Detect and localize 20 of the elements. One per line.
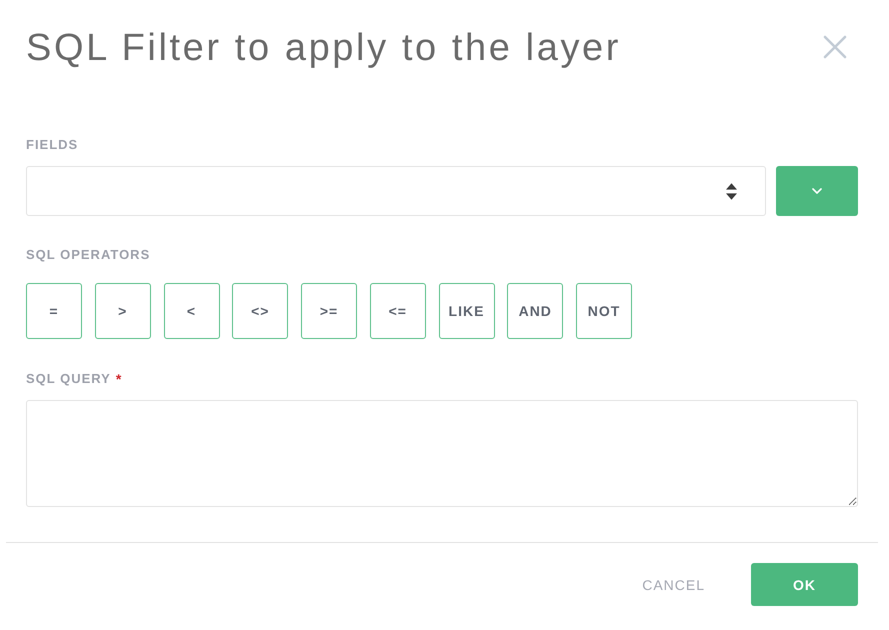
query-label: SQL QUERY	[26, 371, 111, 387]
query-field[interactable]	[26, 400, 858, 507]
operator-button[interactable]: <=	[370, 283, 426, 339]
dialog-title: SQL Filter to apply to the layer	[26, 26, 622, 71]
fields-label: FIELDS	[26, 137, 78, 153]
chevron-down-icon	[812, 188, 822, 194]
required-asterisk: *	[116, 371, 122, 387]
operator-button[interactable]: <	[164, 283, 220, 339]
operator-button[interactable]: <>	[232, 283, 288, 339]
sort-arrows-icon	[726, 182, 737, 200]
close-icon[interactable]	[823, 35, 847, 59]
operator-button[interactable]: >	[94, 283, 151, 339]
fields-select[interactable]	[26, 166, 766, 216]
operators-label: SQL OPERATORS	[26, 247, 150, 263]
operator-button[interactable]: =	[26, 283, 82, 339]
dropdown-button[interactable]	[776, 166, 858, 216]
operator-button[interactable]: AND	[507, 283, 564, 339]
operator-button[interactable]: LIKE	[438, 283, 494, 339]
operator-button[interactable]: NOT	[576, 283, 632, 339]
operator-button[interactable]: >=	[301, 283, 357, 339]
